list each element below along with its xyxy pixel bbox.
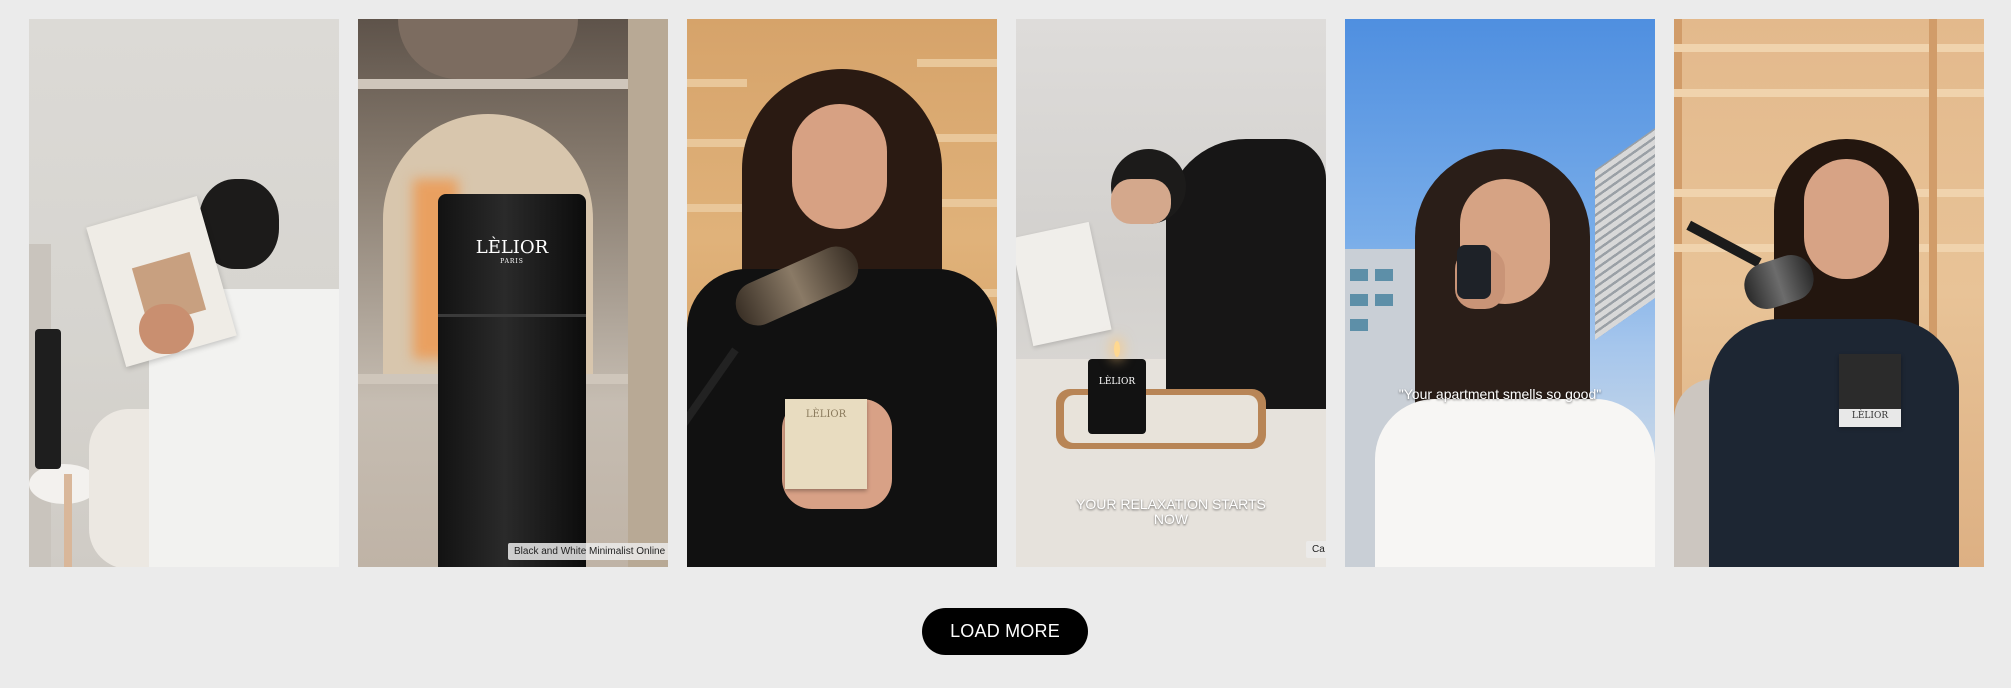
- gallery-item[interactable]: "Your apartment smells so good": [1345, 19, 1655, 567]
- gallery-item[interactable]: LÈLIOR: [687, 19, 997, 567]
- gallery-item[interactable]: LÈLIOR PARIS Black and White Minimalist …: [358, 19, 668, 567]
- gallery-image: LÈLIOR YOUR RELAXATION STARTS NOW Ca: [1016, 19, 1326, 567]
- brand-logo: LÈLIOR PARIS: [475, 237, 549, 265]
- video-gallery: LÈLIOR PARIS Black and White Minimalist …: [29, 19, 1984, 567]
- gallery-image: LÈLIOR: [687, 19, 997, 567]
- video-caption: "Your apartment smells so good": [1398, 386, 1602, 402]
- candle-label: LÈLIOR: [1098, 377, 1136, 387]
- gallery-image: LÈLIOR: [1674, 19, 1984, 567]
- gallery-image: [29, 19, 339, 567]
- load-more-button[interactable]: LOAD MORE: [922, 608, 1088, 655]
- gallery-item[interactable]: LÈLIOR: [1674, 19, 1984, 567]
- watermark-tag: Ca: [1306, 541, 1326, 558]
- gallery-item[interactable]: LÈLIOR YOUR RELAXATION STARTS NOW Ca: [1016, 19, 1326, 567]
- gallery-image: "Your apartment smells so good": [1345, 19, 1655, 567]
- watermark-tag: Black and White Minimalist Online Mark: [508, 543, 668, 560]
- product-box-label: LÈLIOR: [805, 409, 847, 420]
- video-caption: YOUR RELAXATION STARTS NOW: [1076, 496, 1266, 528]
- gallery-image: LÈLIOR PARIS Black and White Minimalist …: [358, 19, 668, 567]
- product-box-label: LÈLIOR: [1851, 411, 1889, 421]
- gallery-item[interactable]: [29, 19, 339, 567]
